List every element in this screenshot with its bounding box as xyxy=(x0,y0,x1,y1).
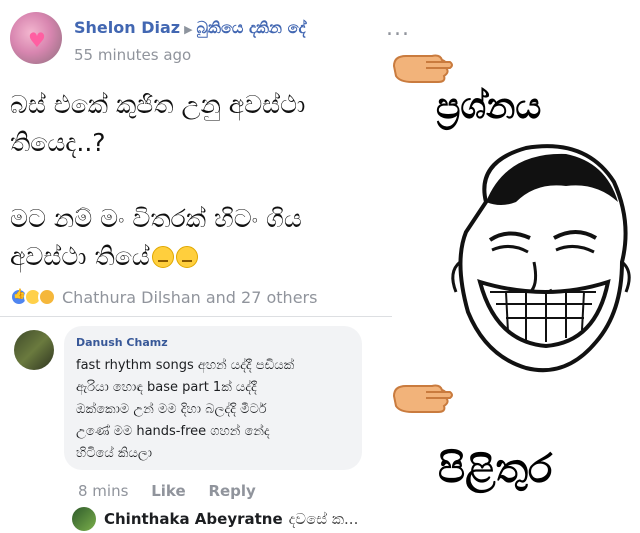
comment-line: උණේ මම hands-free ගහන් නේද xyxy=(76,424,270,439)
reply-text: දවසේ ක... xyxy=(288,510,359,528)
comment-author[interactable]: Danush Chamz xyxy=(76,336,350,349)
replier-avatar[interactable] xyxy=(72,507,96,531)
answer-label: පිළිතුර xyxy=(438,446,553,492)
post-header: Shelon Diaz ▶ බුකියෙ දකින දේ xyxy=(74,18,306,38)
meme-panel: ප්‍රශ්නය පිළිතුර xyxy=(392,0,640,533)
post-paragraph-1: බස් එකේ කුජිත උනු අවස්ථා තියෙද..? xyxy=(10,86,380,162)
page-name[interactable]: බුකියෙ දකින දේ xyxy=(197,18,306,37)
post-body: බස් එකේ කුජිත උනු අවස්ථා තියෙද..? මට නම්… xyxy=(10,86,380,314)
post-line: මට නම් මං විතරක් හිටං ගිය xyxy=(10,204,302,233)
author-avatar[interactable]: ♥ xyxy=(10,12,62,64)
commenter-avatar[interactable] xyxy=(14,330,54,370)
hand-pointing-right-icon xyxy=(392,54,453,83)
post-timestamp[interactable]: 55 minutes ago xyxy=(74,46,191,64)
unamused-emoji-icon xyxy=(175,246,198,268)
like-button[interactable]: Like xyxy=(151,482,185,500)
unamused-emoji-icon xyxy=(151,246,174,268)
heart-icon: ♥ xyxy=(28,28,46,52)
facebook-post: ♥ Shelon Diaz ▶ බුකියෙ දකින දේ 55 minutes … xyxy=(0,0,409,533)
comment-line: ඇරියා හොඳ base part 1ක් යද්දී xyxy=(76,380,257,395)
reply-button[interactable]: Reply xyxy=(208,482,255,500)
comment-line: හිටියේ කියලා xyxy=(76,446,153,461)
reply-preview[interactable]: Chinthaka Abeyratne දවසේ ක... xyxy=(104,510,358,528)
reply-author[interactable]: Chinthaka Abeyratne xyxy=(104,510,283,528)
arrow-right-icon: ▶ xyxy=(184,23,193,36)
comment-line: fast rhythm songs අහන් යද්දී පඩියක් xyxy=(76,358,295,373)
post-paragraph-2: මට නම් මං විතරක් හිටං ගිය අවස්ථා තියේ xyxy=(10,200,380,276)
question-label: ප්‍රශ්නය xyxy=(436,86,542,127)
comment-time[interactable]: 8 mins xyxy=(78,482,128,500)
post-line: තියෙද..? xyxy=(10,128,106,157)
divider xyxy=(0,316,392,317)
comment-bubble: Danush Chamz fast rhythm songs අහන් යද්ද… xyxy=(64,326,362,470)
hand-pointing-right-icon xyxy=(392,384,453,413)
sad-reaction-icon xyxy=(38,288,56,306)
post-line: අවස්ථා තියේ xyxy=(10,242,150,271)
reactions-bar[interactable]: Chathura Dilshan and 27 others xyxy=(10,286,317,308)
comment-text: fast rhythm songs අහන් යද්දී පඩියක් ඇරිය… xyxy=(76,355,350,465)
comment-meta: 8 mins Like Reply xyxy=(78,482,274,500)
yao-ming-meme-face xyxy=(451,144,631,373)
reactions-summary[interactable]: Chathura Dilshan and 27 others xyxy=(62,288,317,307)
post-line: බස් එකේ කුජිත උනු අවස්ථා xyxy=(10,90,306,119)
comment-line: ඔක්කොම උන් මම දිහා බලද්දි මීටර් xyxy=(76,402,267,417)
author-name[interactable]: Shelon Diaz xyxy=(74,18,180,37)
